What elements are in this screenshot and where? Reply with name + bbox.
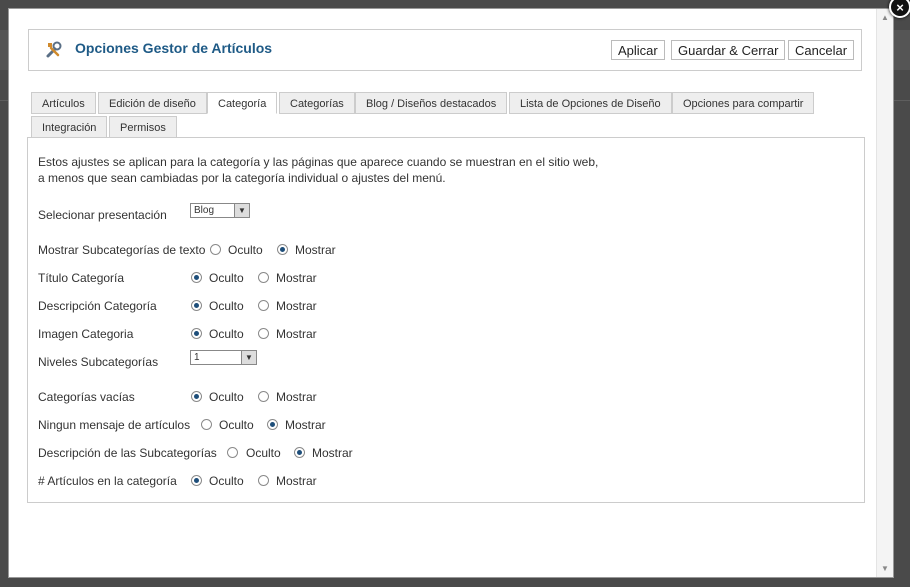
close-icon[interactable]: × xyxy=(889,0,910,18)
subcat-desc-show-radio[interactable] xyxy=(294,447,305,458)
options-modal: Opciones Gestor de Artículos Aplicar Gua… xyxy=(8,8,894,578)
cat-desc-show-label: Mostrar xyxy=(276,299,317,313)
subcat-desc-show-label: Mostrar xyxy=(312,446,353,460)
tab-edicion-diseno[interactable]: Edición de diseño xyxy=(98,92,207,114)
num-articles-hide-label: Oculto xyxy=(209,474,244,488)
cat-image-show-label: Mostrar xyxy=(276,327,317,341)
chevron-down-icon: ▼ xyxy=(234,204,249,217)
no-articles-msg-show-radio[interactable] xyxy=(267,419,278,430)
tab-articulos[interactable]: Artículos xyxy=(31,92,96,114)
tab-lista-opciones[interactable]: Lista de Opciones de Diseño xyxy=(509,92,672,114)
subcat-text-show-radio[interactable] xyxy=(277,244,288,255)
modal-scrollbar[interactable]: ▲ ▼ xyxy=(876,9,893,577)
cat-title-hide-radio[interactable] xyxy=(191,272,202,283)
num-articles-show-radio[interactable] xyxy=(258,475,269,486)
subcat-levels-value: 1 xyxy=(194,352,200,363)
intro-line-2: a menos que sean cambiadas por la catego… xyxy=(38,171,446,185)
cat-title-show-radio[interactable] xyxy=(258,272,269,283)
num-articles-show-label: Mostrar xyxy=(276,474,317,488)
no-articles-msg-show-label: Mostrar xyxy=(285,418,326,432)
tab-opciones-compartir[interactable]: Opciones para compartir xyxy=(672,92,815,114)
subcat-desc-hide-label: Oculto xyxy=(246,446,281,460)
presentation-select[interactable]: Blog ▼ xyxy=(190,203,250,218)
subcat-levels-select[interactable]: 1 ▼ xyxy=(190,350,257,365)
cat-desc-label: Descripción Categoría xyxy=(38,299,157,313)
presentation-value: Blog xyxy=(194,205,215,216)
scroll-down-icon[interactable]: ▼ xyxy=(881,564,889,573)
no-articles-msg-hide-label: Oculto xyxy=(219,418,254,432)
num-articles-label: # Artículos en la categoría xyxy=(38,474,177,488)
cat-image-hide-label: Oculto xyxy=(209,327,244,341)
cat-title-show-label: Mostrar xyxy=(276,271,317,285)
tools-icon xyxy=(46,41,62,58)
tab-integracion[interactable]: Integración xyxy=(31,116,108,138)
modal-toolbar: Opciones Gestor de Artículos Aplicar Gua… xyxy=(28,29,862,71)
panel-intro: Estos ajustes se aplican para la categor… xyxy=(38,154,598,186)
tab-blog-disenos[interactable]: Blog / Diseños destacados xyxy=(355,92,508,114)
cat-desc-hide-radio[interactable] xyxy=(191,300,202,311)
subcat-text-show-label: Mostrar xyxy=(295,243,336,257)
cat-desc-show-radio[interactable] xyxy=(258,300,269,311)
no-articles-msg-label: Ningun mensaje de artículos xyxy=(38,418,191,432)
subcat-text-label: Mostrar Subcategorías de texto xyxy=(38,243,206,257)
scroll-up-icon[interactable]: ▲ xyxy=(881,13,889,22)
cat-image-label: Imagen Categoria xyxy=(38,327,134,341)
cat-title-hide-label: Oculto xyxy=(209,271,244,285)
empty-cats-label: Categorías vacías xyxy=(38,390,135,404)
presentation-label: Selecionar presentación xyxy=(38,208,167,222)
subcat-desc-label: Descripción de las Subcategorías xyxy=(38,446,217,460)
tab-categorias[interactable]: Categorías xyxy=(279,92,355,114)
cat-image-hide-radio[interactable] xyxy=(191,328,202,339)
cancel-button[interactable]: Cancelar xyxy=(788,40,855,60)
subcat-desc-hide-radio[interactable] xyxy=(227,447,238,458)
no-articles-msg-hide-radio[interactable] xyxy=(201,419,212,430)
intro-line-1: Estos ajustes se aplican para la categor… xyxy=(38,155,599,169)
empty-cats-hide-label: Oculto xyxy=(209,390,244,404)
empty-cats-hide-radio[interactable] xyxy=(191,391,202,402)
cat-title-label: Título Categoría xyxy=(38,271,125,285)
empty-cats-show-radio[interactable] xyxy=(258,391,269,402)
num-articles-hide-radio[interactable] xyxy=(191,475,202,486)
modal-title: Opciones Gestor de Artículos xyxy=(75,40,273,56)
empty-cats-show-label: Mostrar xyxy=(276,390,317,404)
subcat-text-hide-radio[interactable] xyxy=(210,244,221,255)
tab-permisos[interactable]: Permisos xyxy=(109,116,177,138)
category-options-panel: Estos ajustes se aplican para la categor… xyxy=(27,137,865,503)
subcat-levels-label: Niveles Subcategorías xyxy=(38,355,159,369)
cat-image-show-radio[interactable] xyxy=(258,328,269,339)
subcat-text-hide-label: Oculto xyxy=(228,243,263,257)
save-close-button[interactable]: Guardar & Cerrar xyxy=(671,40,786,60)
apply-button[interactable]: Aplicar xyxy=(611,40,665,60)
cat-desc-hide-label: Oculto xyxy=(209,299,244,313)
chevron-down-icon: ▼ xyxy=(241,351,256,364)
tab-categoria[interactable]: Categoría xyxy=(207,92,278,114)
